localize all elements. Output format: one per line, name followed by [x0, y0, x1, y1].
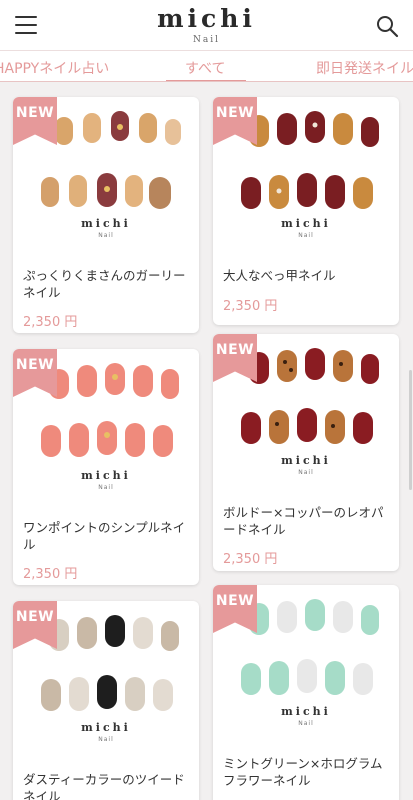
brand-mark: michi: [281, 217, 331, 230]
brand-mark: michi: [81, 721, 131, 734]
brand-mark: michi: [81, 469, 131, 482]
product-title[interactable]: ミントグリーン×ホログラムフラワーネイル: [223, 755, 389, 789]
brand-mark-sub: Nail: [298, 469, 314, 476]
search-icon[interactable]: [375, 14, 399, 38]
product-title[interactable]: ボルドー×コッパーのレオパードネイル: [223, 504, 389, 538]
brand-mark-sub: Nail: [298, 232, 314, 239]
product-price: 2,350 円: [23, 567, 78, 582]
tab-all[interactable]: すべて: [185, 58, 225, 78]
active-tab-indicator: [166, 80, 246, 81]
product-price: 2,350 円: [223, 299, 278, 314]
logo-subtitle: Nail: [193, 35, 220, 45]
product-card[interactable]: NEW michi Nail ぷっくりくまさんのガーリーネイル 2,350 円: [13, 97, 199, 333]
product-title[interactable]: ワンポイントのシンプルネイル: [23, 519, 189, 553]
brand-mark: michi: [281, 454, 331, 467]
product-card[interactable]: NEW michi Nail ダスティーカラーのツイードネイル: [13, 601, 199, 800]
product-price: 2,350 円: [23, 315, 78, 330]
product-card[interactable]: NEW michi Nail ボルドー×コッパーのレオパードネイル 2,350 …: [213, 334, 399, 571]
product-card[interactable]: NEW michi Nail 大人なべっ甲ネイル 2,350 円: [213, 97, 399, 325]
tab-same-day-shipping[interactable]: 即日発送ネイル: [316, 58, 413, 78]
product-title[interactable]: 大人なべっ甲ネイル: [223, 267, 389, 284]
scrollbar[interactable]: [409, 370, 412, 490]
brand-mark-sub: Nail: [298, 720, 314, 727]
brand-mark-sub: Nail: [98, 484, 114, 491]
product-title[interactable]: ダスティーカラーのツイードネイル: [23, 771, 189, 800]
product-card[interactable]: NEW michi Nail ワンポイントのシンプルネイル 2,350 円: [13, 349, 199, 585]
brand-mark: michi: [81, 217, 131, 230]
brand-mark: michi: [281, 705, 331, 718]
tab-happy-nail-fortune[interactable]: HAPPYネイル占い: [0, 58, 109, 78]
product-price: 2,350 円: [223, 552, 278, 567]
product-title[interactable]: ぷっくりくまさんのガーリーネイル: [23, 267, 189, 301]
brand-mark-sub: Nail: [98, 736, 114, 743]
logo[interactable]: michi: [0, 4, 413, 33]
product-card[interactable]: NEW michi Nail ミントグリーン×ホログラムフラワーネイル: [213, 585, 399, 800]
brand-mark-sub: Nail: [98, 232, 114, 239]
app-header: michi Nail: [0, 0, 413, 50]
category-tabs: HAPPYネイル占い すべて 即日発送ネイル: [0, 50, 413, 82]
